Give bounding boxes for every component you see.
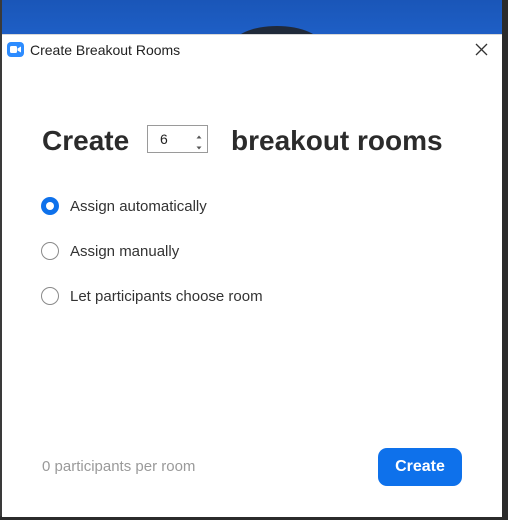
option-assign-manually[interactable]: Assign manually [41, 240, 179, 262]
headline-suffix: breakout rooms [231, 125, 443, 156]
option-label: Assign manually [70, 242, 180, 260]
option-label: Let participants choose room [70, 287, 263, 305]
window-title: Create Breakout Rooms [30, 42, 181, 58]
radio-assign-manually[interactable] [41, 242, 59, 260]
headline-prefix: Create [42, 125, 130, 156]
breakout-rooms-dialog: Create Breakout Rooms Create 6 breakout [2, 34, 502, 517]
chevron-down-icon[interactable] [194, 140, 204, 150]
title-bar: Create Breakout Rooms [2, 35, 502, 65]
option-let-participants-choose[interactable]: Let participants choose room [41, 285, 263, 307]
create-button[interactable]: Create [378, 448, 462, 486]
chevron-up-icon[interactable] [194, 129, 204, 139]
radio-assign-automatically[interactable] [41, 197, 59, 215]
zoom-camera-icon [7, 42, 24, 57]
room-count-stepper[interactable]: 6 [147, 125, 208, 153]
background-video-strip [0, 0, 508, 66]
option-assign-automatically[interactable]: Assign automatically [41, 195, 207, 217]
room-count-value[interactable]: 6 [160, 131, 168, 147]
radio-let-participants-choose[interactable] [41, 287, 59, 305]
option-label: Assign automatically [70, 197, 207, 215]
background-right-edge [502, 0, 508, 520]
close-icon[interactable] [472, 40, 492, 60]
participants-per-room-text: 0 participants per room [42, 458, 196, 475]
screen: Create Breakout Rooms Create 6 breakout [0, 0, 508, 520]
